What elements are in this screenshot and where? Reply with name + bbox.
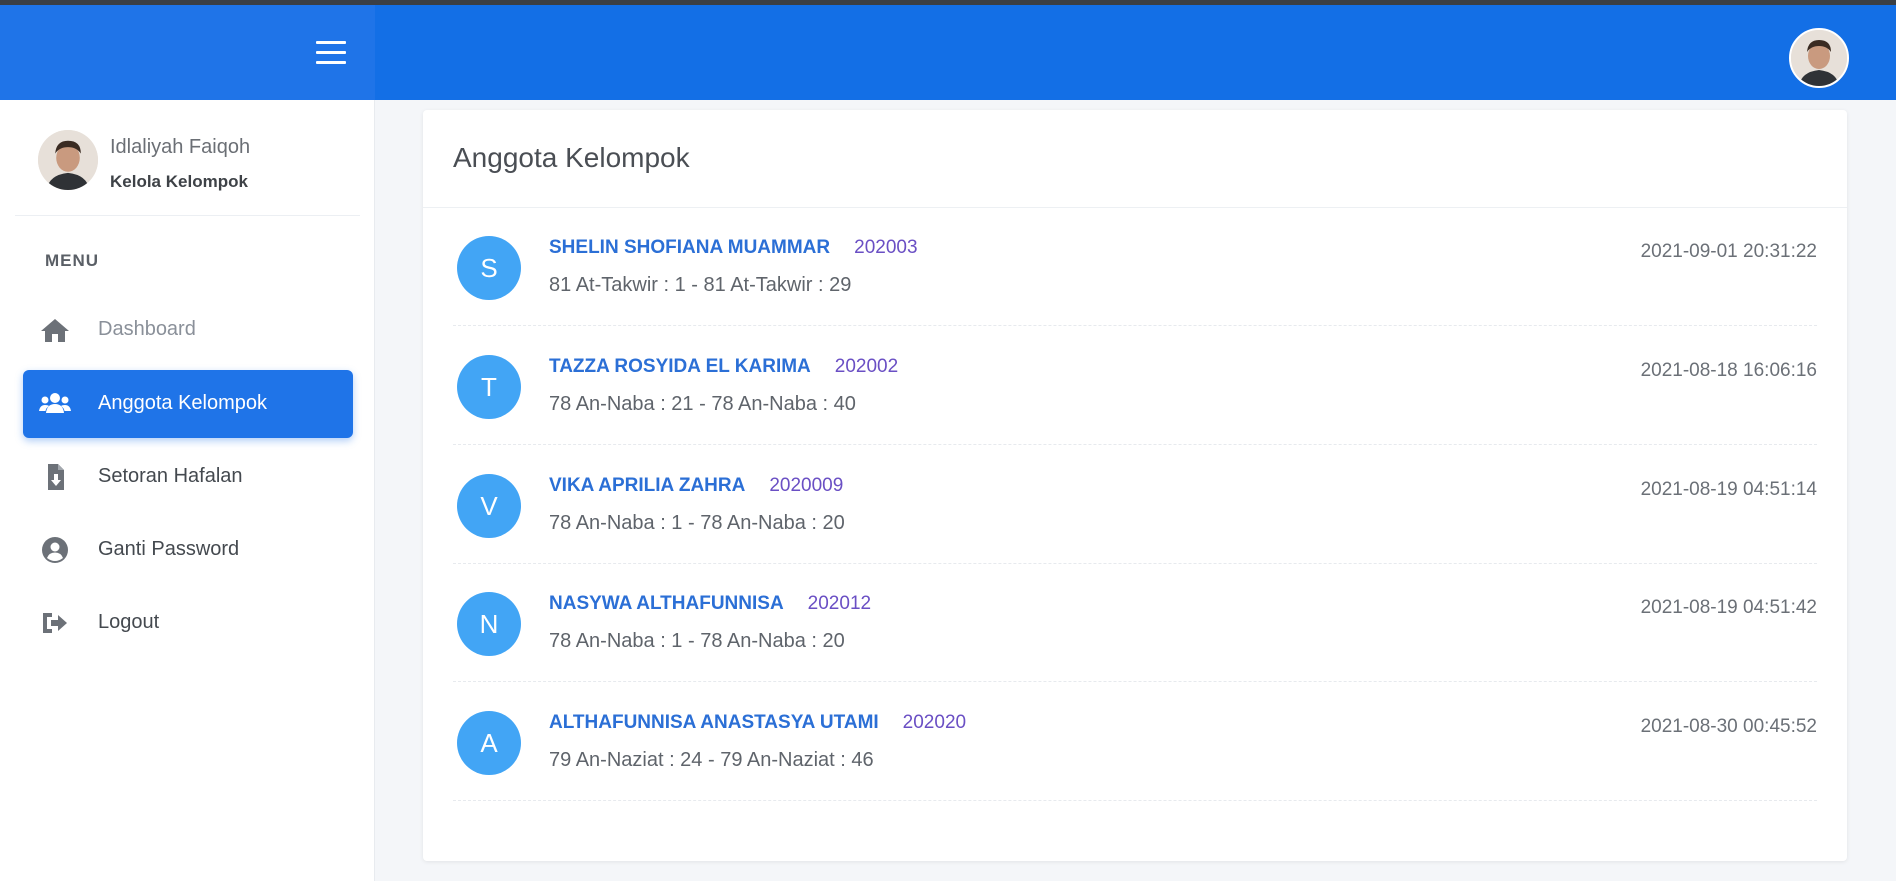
member-id: 202020: [902, 712, 967, 733]
member-range: 79 An-Naziat : 24 - 79 An-Naziat : 46: [549, 749, 874, 771]
sidebar-item-label: Logout: [98, 611, 160, 633]
sidebar-item-setoran-hafalan[interactable]: Setoran Hafalan: [23, 443, 353, 511]
user-avatar-photo-icon: [1791, 30, 1847, 86]
member-timestamp: 2021-08-19 04:51:42: [1640, 597, 1817, 618]
member-timestamp: 2021-08-18 16:06:16: [1640, 360, 1817, 381]
sidebar-user-panel: Idlaliyah Faiqoh Kelola Kelompok: [15, 100, 360, 216]
navbar-brand-area: [0, 5, 375, 100]
member-name-link[interactable]: TAZZA ROSYIDA EL KARIMA 202002: [549, 356, 898, 378]
member-range: 81 At-Takwir : 1 - 81 At-Takwir : 29: [549, 274, 852, 296]
home-icon: [41, 319, 69, 342]
hamburger-icon[interactable]: [316, 39, 346, 67]
navbar-user-avatar[interactable]: [1789, 28, 1849, 88]
member-row: S SHELIN SHOFIANA MUAMMAR 202003 81 At-Ta…: [453, 207, 1817, 326]
member-name: TAZZA ROSYIDA EL KARIMA: [549, 356, 811, 377]
member-name: ALTHAFUNNISA ANASTASYA UTAMI: [549, 712, 879, 733]
sidebar-item-label: Dashboard: [98, 318, 196, 340]
sidebar: Idlaliyah Faiqoh Kelola Kelompok MENU Da…: [0, 100, 375, 881]
member-name: NASYWA ALTHAFUNNISA: [549, 593, 784, 614]
sidebar-item-logout[interactable]: Logout: [23, 589, 353, 657]
member-name-link[interactable]: VIKA APRILIA ZAHRA 2020009: [549, 475, 843, 497]
member-id: 2020009: [769, 475, 844, 496]
member-row: T TAZZA ROSYIDA EL KARIMA 202002 78 An-Na…: [453, 326, 1817, 445]
member-range: 78 An-Naba : 1 - 78 An-Naba : 20: [549, 630, 845, 652]
member-row: V VIKA APRILIA ZAHRA 2020009 78 An-Naba :…: [453, 445, 1817, 564]
sidebar-user-name: Idlaliyah Faiqoh: [110, 136, 251, 158]
member-id: 202003: [854, 237, 918, 258]
sidebar-item-label: Anggota Kelompok: [98, 392, 268, 414]
member-id: 202012: [807, 593, 872, 614]
top-navbar: [0, 5, 1896, 100]
member-name-link[interactable]: NASYWA ALTHAFUNNISA 202012: [549, 593, 871, 615]
member-initial-avatar: N: [457, 592, 521, 656]
member-initial-avatar: S: [457, 236, 521, 300]
sidebar-user-role: Kelola Kelompok: [110, 172, 248, 191]
member-name: SHELIN SHOFIANA MUAMMAR: [549, 237, 831, 258]
member-range: 78 An-Naba : 1 - 78 An-Naba : 20: [549, 512, 845, 534]
member-initial-avatar: A: [457, 711, 521, 775]
member-name: VIKA APRILIA ZAHRA: [549, 475, 746, 496]
sidebar-item-anggota-kelompok[interactable]: Anggota Kelompok: [23, 370, 353, 438]
member-timestamp: 2021-08-30 00:45:52: [1640, 716, 1817, 737]
user-circle-icon: [42, 537, 68, 563]
member-initial-avatar: T: [457, 355, 521, 419]
member-name-link[interactable]: ALTHAFUNNISA ANASTASYA UTAMI 202020: [549, 712, 966, 734]
sign-out-icon: [43, 613, 67, 633]
member-id: 202002: [834, 356, 899, 377]
sidebar-item-dashboard[interactable]: Dashboard: [23, 296, 353, 364]
sidebar-item-label: Ganti Password: [98, 538, 240, 560]
page-title: Anggota Kelompok: [453, 142, 690, 173]
member-timestamp: 2021-09-01 20:31:22: [1640, 241, 1817, 262]
menu-heading: MENU: [45, 251, 100, 270]
member-initial-avatar: V: [457, 474, 521, 538]
sidebar-user-avatar: [38, 130, 98, 190]
users-icon: [39, 393, 71, 413]
sidebar-item-label: Setoran Hafalan: [98, 465, 243, 487]
member-row: A ALTHAFUNNISA ANASTASYA UTAMI 202020 79 …: [453, 682, 1817, 801]
file-download-icon: [48, 464, 64, 490]
member-timestamp: 2021-08-19 04:51:14: [1640, 479, 1817, 500]
members-card: Anggota Kelompok S SHELIN SHOFIANA MUAMM…: [423, 110, 1847, 861]
member-range: 78 An-Naba : 21 - 78 An-Naba : 40: [549, 393, 856, 415]
sidebar-item-ganti-password[interactable]: Ganti Password: [23, 516, 353, 584]
member-row: N NASYWA ALTHAFUNNISA 202012 78 An-Naba :…: [453, 563, 1817, 682]
card-header: Anggota Kelompok: [423, 110, 1847, 208]
member-name-link[interactable]: SHELIN SHOFIANA MUAMMAR 202003: [549, 237, 918, 259]
user-avatar-photo-icon: [38, 130, 98, 190]
